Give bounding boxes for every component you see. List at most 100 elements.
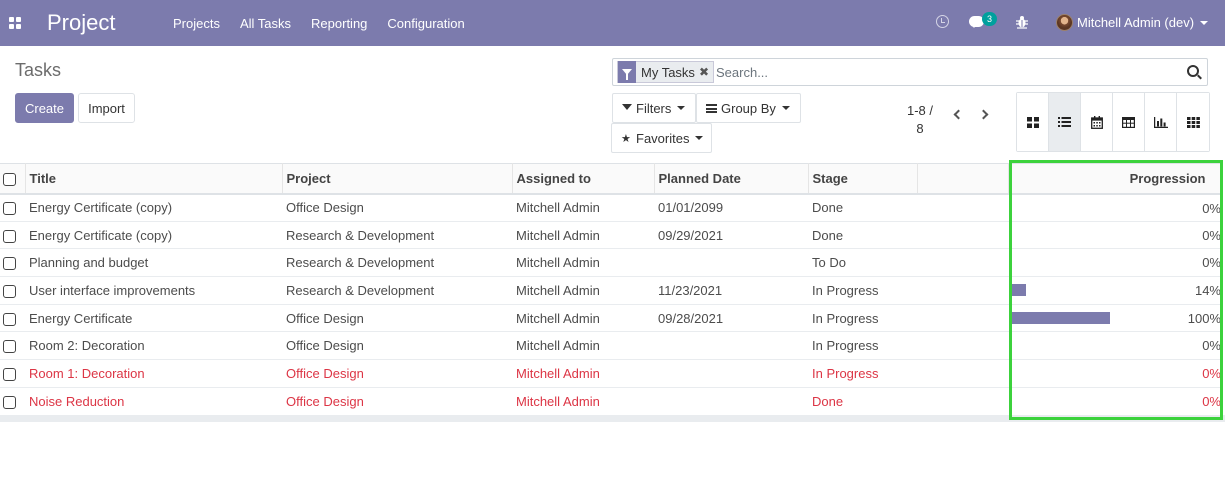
cell-title[interactable]: Noise Reduction [25, 387, 282, 415]
table-row[interactable]: Planning and budget Research & Developmen… [0, 249, 1222, 277]
cell-project[interactable]: Research & Development [282, 277, 512, 305]
cell-spacer[interactable] [917, 332, 1008, 360]
row-checkbox-cell[interactable] [0, 249, 25, 277]
pivot-view-icon[interactable] [1113, 93, 1145, 151]
cell-spacer[interactable] [917, 194, 1008, 222]
pager-range[interactable]: 1-8 / [900, 102, 940, 120]
import-button[interactable]: Import [78, 93, 135, 123]
row-checkbox[interactable] [3, 340, 16, 354]
table-row[interactable]: Energy Certificate Office Design Mitchell … [0, 304, 1222, 332]
graph-view-icon[interactable] [1145, 93, 1177, 151]
cell-stage[interactable]: To Do [808, 249, 917, 277]
cell-assigned[interactable]: Mitchell Admin [512, 249, 654, 277]
cell-planned-date[interactable]: 09/29/2021 [654, 221, 808, 249]
column-header-project[interactable]: Project [282, 163, 513, 194]
column-header-title[interactable]: Title [25, 163, 283, 194]
table-row[interactable]: Room 2: Decoration Office Design Mitchell … [0, 332, 1222, 360]
cell-project[interactable]: Office Design [282, 360, 512, 388]
cell-progression[interactable]: 0% [1008, 249, 1222, 277]
menu-item-reporting[interactable]: Reporting [301, 16, 377, 31]
cell-title[interactable]: Energy Certificate (copy) [25, 194, 282, 222]
cell-title[interactable]: Energy Certificate [25, 304, 282, 332]
pager-previous-icon[interactable] [953, 109, 964, 120]
cell-spacer[interactable] [917, 304, 1008, 332]
row-checkbox[interactable] [3, 368, 16, 381]
table-row[interactable]: Energy Certificate (copy) Research & Deve… [0, 221, 1222, 249]
search-bar[interactable]: My Tasks ✖ [612, 58, 1208, 86]
row-checkbox-cell[interactable] [0, 332, 25, 360]
row-checkbox[interactable] [3, 312, 16, 326]
cell-planned-date[interactable] [654, 249, 808, 277]
search-icon[interactable] [1187, 65, 1199, 77]
cell-planned-date[interactable] [654, 360, 808, 388]
select-all-checkbox[interactable] [3, 172, 16, 186]
user-menu-name[interactable]: Mitchell Admin (dev) [1077, 15, 1194, 30]
cell-assigned[interactable]: Mitchell Admin [512, 277, 654, 305]
cell-project[interactable]: Research & Development [282, 249, 512, 277]
cell-stage[interactable]: In Progress [808, 304, 917, 332]
cell-project[interactable]: Office Design [282, 194, 512, 222]
row-checkbox[interactable] [3, 395, 16, 409]
row-checkbox-cell[interactable] [0, 387, 25, 415]
user-caret-icon[interactable] [1200, 21, 1208, 25]
activity-view-icon[interactable] [1177, 93, 1209, 151]
cell-stage[interactable]: In Progress [808, 277, 917, 305]
cell-assigned[interactable]: Mitchell Admin [512, 194, 654, 222]
cell-stage[interactable]: Done [808, 387, 917, 415]
cell-planned-date[interactable] [654, 332, 808, 360]
cell-assigned[interactable]: Mitchell Admin [512, 304, 654, 332]
kanban-view-icon[interactable] [1017, 93, 1049, 151]
cell-planned-date[interactable]: 11/23/2021 [654, 277, 808, 305]
cell-spacer[interactable] [917, 360, 1008, 388]
table-row[interactable]: Noise Reduction Office Design Mitchell Adm… [0, 387, 1222, 415]
menu-item-projects[interactable]: Projects [163, 16, 230, 31]
table-row[interactable]: Room 1: Decoration Office Design Mitchell … [0, 360, 1222, 388]
user-avatar[interactable] [1056, 14, 1073, 31]
cell-title[interactable]: Room 2: Decoration [25, 332, 282, 360]
column-header-progression[interactable]: Progression [1008, 163, 1223, 194]
row-checkbox-cell[interactable] [0, 277, 25, 305]
calendar-view-icon[interactable] [1081, 93, 1113, 151]
favorites-dropdown[interactable]: ★ Favorites [611, 123, 712, 153]
row-checkbox[interactable] [3, 284, 16, 298]
cell-assigned[interactable]: Mitchell Admin [512, 332, 654, 360]
table-row[interactable]: User interface improvements Research & De… [0, 277, 1222, 305]
cell-spacer[interactable] [917, 221, 1008, 249]
cell-assigned[interactable]: Mitchell Admin [512, 387, 654, 415]
cell-progression[interactable]: 100% [1008, 304, 1222, 332]
column-header-stage[interactable]: Stage [808, 163, 918, 194]
cell-assigned[interactable]: Mitchell Admin [512, 360, 654, 388]
facet-remove-icon[interactable]: ✖ [699, 65, 713, 79]
activity-clock-icon[interactable] [936, 15, 949, 28]
cell-stage[interactable]: Done [808, 221, 917, 249]
select-all-cell[interactable] [0, 163, 26, 194]
cell-title[interactable]: Energy Certificate (copy) [25, 221, 282, 249]
menu-item-all-tasks[interactable]: All Tasks [230, 16, 301, 31]
cell-stage[interactable]: In Progress [808, 360, 917, 388]
cell-progression[interactable]: 0% [1008, 221, 1222, 249]
cell-spacer[interactable] [917, 249, 1008, 277]
create-button[interactable]: Create [15, 93, 74, 123]
cell-title[interactable]: Planning and budget [25, 249, 282, 277]
cell-progression[interactable]: 0% [1008, 360, 1222, 388]
cell-progression[interactable]: 0% [1008, 332, 1222, 360]
cell-project[interactable]: Office Design [282, 332, 512, 360]
cell-spacer[interactable] [917, 277, 1008, 305]
cell-assigned[interactable]: Mitchell Admin [512, 221, 654, 249]
row-checkbox[interactable] [3, 257, 16, 271]
cell-planned-date[interactable]: 09/28/2021 [654, 304, 808, 332]
cell-planned-date[interactable]: 01/01/2099 [654, 194, 808, 222]
cell-project[interactable]: Office Design [282, 387, 512, 415]
row-checkbox[interactable] [3, 202, 16, 216]
pager-value[interactable]: 1-8 / 8 [900, 102, 940, 138]
cell-progression[interactable]: 0% [1008, 387, 1222, 415]
groupby-dropdown[interactable]: Group By [696, 93, 801, 123]
cell-spacer[interactable] [917, 387, 1008, 415]
row-checkbox-cell[interactable] [0, 194, 25, 222]
row-checkbox-cell[interactable] [0, 221, 25, 249]
filters-dropdown[interactable]: Filters [612, 93, 696, 123]
column-header-planned-date[interactable]: Planned Date [654, 163, 809, 194]
pager-next-icon[interactable] [978, 109, 989, 120]
menu-item-configuration[interactable]: Configuration [377, 16, 474, 31]
app-name[interactable]: Project [47, 10, 115, 36]
